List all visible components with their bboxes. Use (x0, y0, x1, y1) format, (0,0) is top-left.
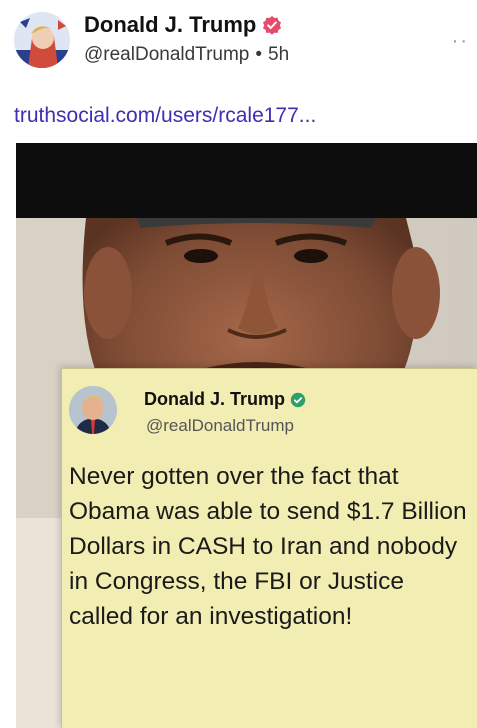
more-dots-icon[interactable]: ·· (452, 30, 469, 53)
author-name-row: Donald J. Trump (84, 12, 282, 38)
quoted-author-handle: @realDonaldTrump (146, 416, 294, 435)
author-avatar[interactable] (14, 12, 70, 68)
quoted-author-avatar (69, 386, 117, 434)
post-time: 5h (268, 44, 290, 65)
post-media-image[interactable]: Donald J. Trump @realDonaldTrump Never g… (16, 143, 477, 728)
quoted-author-name-row: Donald J. Trump (144, 389, 306, 410)
quoted-post-text: Never gotten over the fact that Obama wa… (69, 463, 467, 630)
media-black-bar (16, 143, 477, 218)
author-handle[interactable]: @realDonaldTrump (84, 44, 249, 66)
author-meta: @realDonaldTrump • 5h (84, 44, 289, 66)
verified-badge-icon (263, 16, 282, 35)
post-header: Donald J. Trump @realDonaldTrump • 5h ·· (0, 0, 477, 90)
post-link[interactable]: truthsocial.com/users/rcale177... (14, 104, 316, 128)
quoted-author-name: Donald J. Trump (144, 389, 286, 409)
quoted-post-card: Donald J. Trump @realDonaldTrump Never g… (61, 368, 477, 728)
meta-separator: • (255, 44, 263, 65)
author-name[interactable]: Donald J. Trump (84, 12, 256, 38)
verified-badge-icon (290, 392, 306, 407)
